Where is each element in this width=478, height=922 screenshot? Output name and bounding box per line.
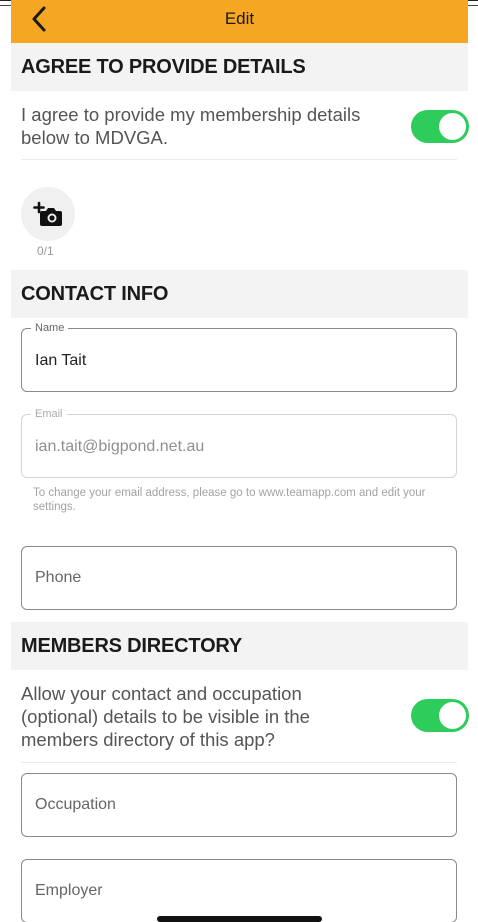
occupation-placeholder: Occupation [35,796,116,813]
agree-toggle-row: I agree to provide my membership details… [21,103,469,149]
directory-toggle-row: Allow your contact and occupation (optio… [21,682,469,751]
add-photo-camera-icon [33,201,62,226]
email-helper-text: To change your email address, please go … [33,487,426,513]
email-field: Email ian.tait@bigpond.net.au [21,407,457,478]
home-indicator [157,916,322,922]
directory-toggle[interactable] [411,699,469,732]
occupation-field[interactable]: Occupation [21,773,457,837]
section-header-contact: CONTACT INFO [11,270,468,318]
name-label: Name [31,321,69,335]
section-header-agree: AGREE TO PROVIDE DETAILS [11,43,468,91]
divider [21,159,457,160]
name-value: Ian Tait [35,352,87,369]
agree-toggle[interactable] [411,110,469,143]
photo-count: 0/1 [37,244,54,258]
employer-field[interactable]: Employer [21,859,457,922]
phone-field[interactable]: Phone [21,546,457,610]
navigation-header: Edit [11,0,468,43]
app-screen: Edit AGREE TO PROVIDE DETAILS I agree to… [11,0,469,922]
toggle-knob [439,113,466,140]
employer-placeholder: Employer [35,882,103,899]
name-field[interactable]: Name Ian Tait [21,321,457,392]
toggle-knob [439,702,466,729]
divider [21,762,457,763]
add-photo-button[interactable] [21,187,75,241]
directory-text: Allow your contact and occupation (optio… [21,683,310,750]
phone-placeholder: Phone [35,569,82,586]
email-label: Email [31,407,67,421]
email-value: ian.tait@bigpond.net.au [35,438,205,455]
section-header-directory: MEMBERS DIRECTORY [11,622,468,670]
page-title: Edit [224,9,255,28]
agree-text: I agree to provide my membership details… [21,104,361,148]
